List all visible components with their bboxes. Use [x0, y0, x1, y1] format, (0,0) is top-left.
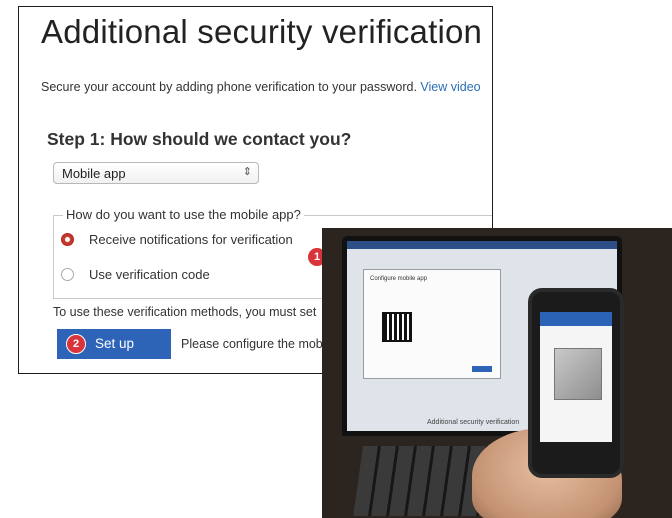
intro-text: Secure your account by adding phone veri…: [41, 80, 481, 94]
laptop-phone-photo: Configure mobile app Additional security…: [322, 228, 672, 518]
qr-code-icon: [382, 312, 412, 342]
select-arrows-icon: ⇕: [242, 166, 252, 178]
dialog-next-button: [472, 366, 492, 372]
phone-app-bar: [540, 312, 612, 326]
configure-mobile-app-dialog: Configure mobile app: [363, 269, 501, 379]
set-up-button[interactable]: 2 Set up: [57, 329, 171, 359]
screen-heading: Additional security verification: [427, 419, 520, 426]
camera-scan-icon: [554, 348, 602, 400]
phone-screen: [540, 312, 612, 442]
mobile-app-legend: How do you want to use the mobile app?: [63, 207, 304, 222]
info-text: To use these verification methods, you m…: [53, 305, 317, 319]
set-up-label: Set up: [95, 336, 135, 351]
dialog-title: Configure mobile app: [370, 276, 428, 282]
radio-label: Receive notifications for verification: [89, 232, 293, 247]
intro-description: Secure your account by adding phone veri…: [41, 80, 421, 94]
step-1-title: Step 1: How should we contact you?: [47, 129, 352, 149]
configure-message: Please configure the mob: [181, 337, 323, 351]
smartphone: [528, 288, 624, 478]
mac-menubar: [347, 241, 617, 249]
radio-label: Use verification code: [89, 267, 210, 282]
contact-method-select[interactable]: Mobile app ⇕: [53, 162, 259, 184]
radio-checked-icon[interactable]: [61, 233, 74, 246]
contact-method-value: Mobile app: [62, 166, 126, 181]
view-video-link[interactable]: View video: [420, 80, 480, 94]
page-title: Additional security verification: [41, 13, 483, 50]
radio-unchecked-icon[interactable]: [61, 268, 74, 281]
step-badge-2: 2: [66, 334, 86, 354]
